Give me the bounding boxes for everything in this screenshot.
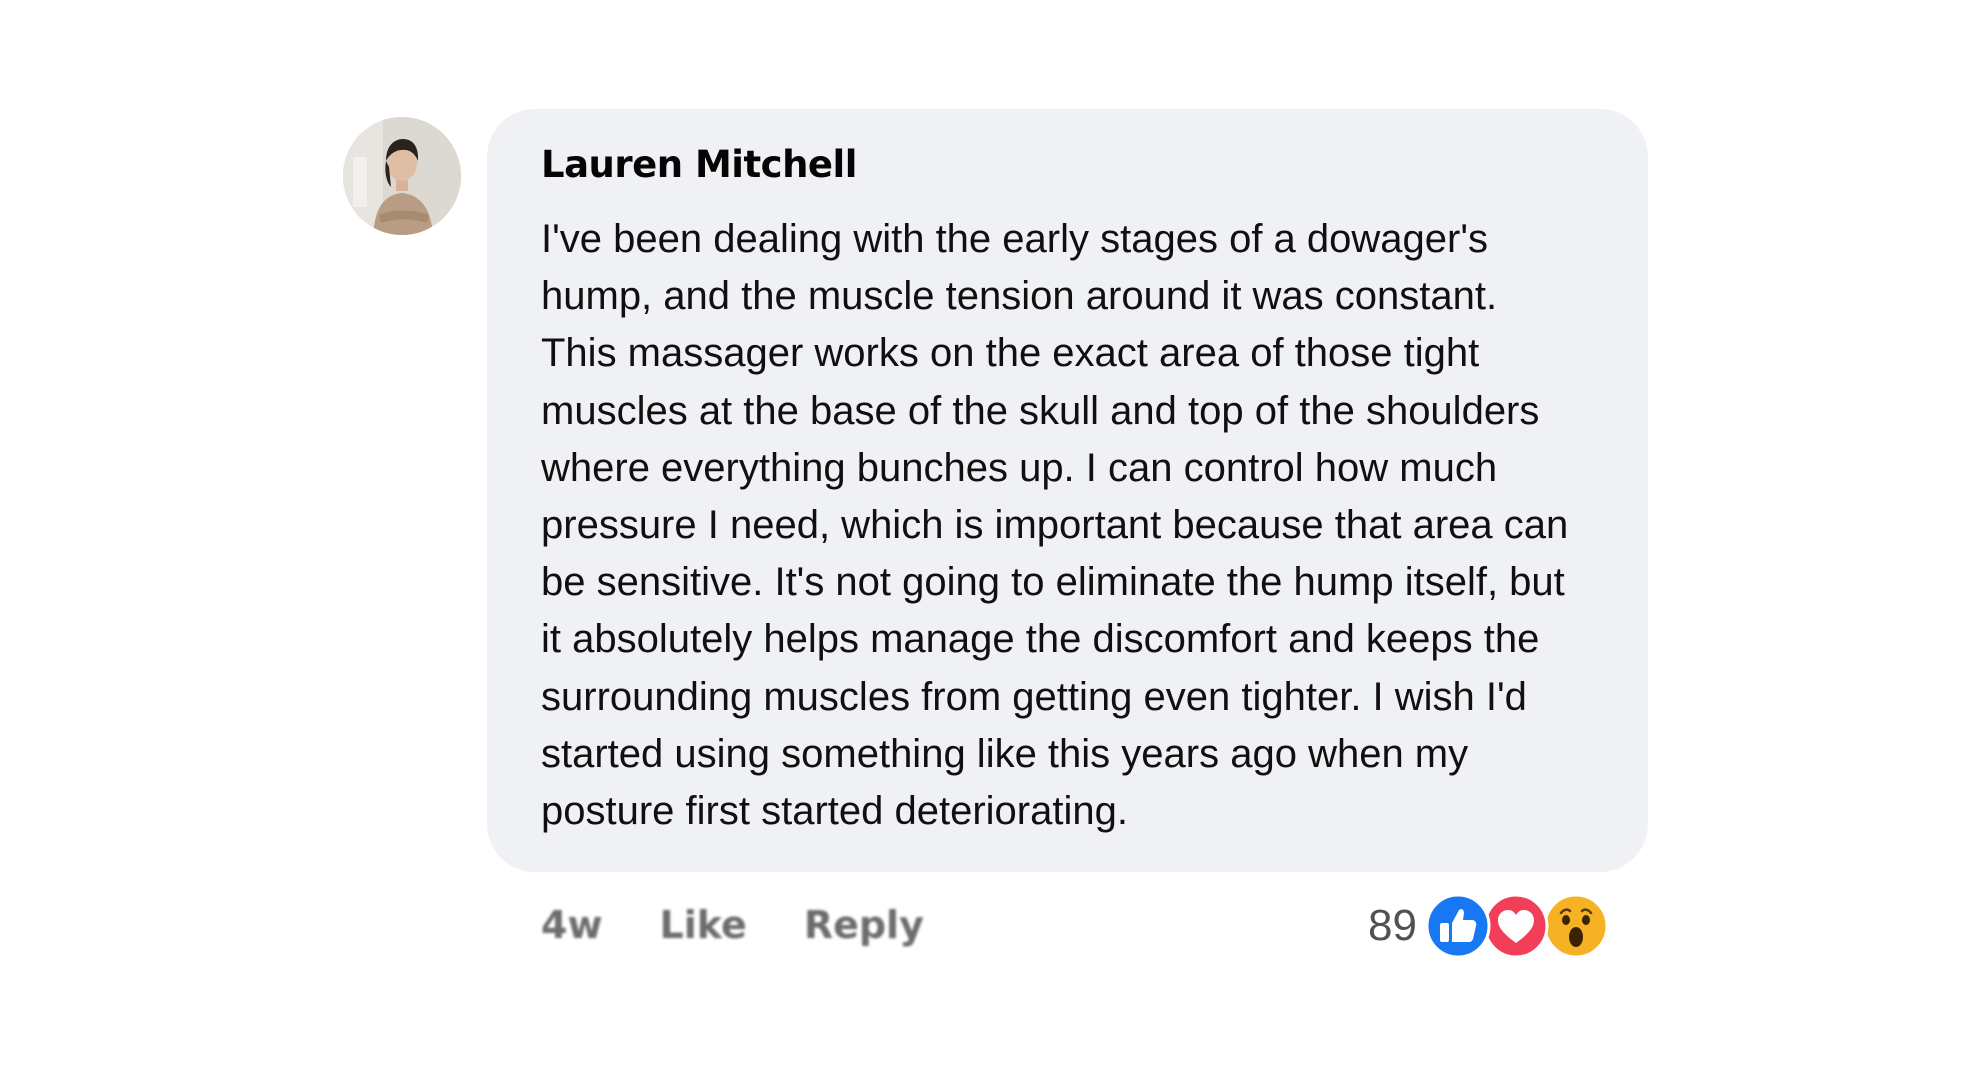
- comment: Lauren Mitchell I've been dealing with t…: [0, 0, 1980, 1080]
- love-icon: [1483, 893, 1549, 959]
- reaction-count: 89: [1368, 901, 1417, 950]
- comment-bubble: Lauren Mitchell I've been dealing with t…: [487, 109, 1648, 872]
- comment-actions: 4w Like Reply: [541, 895, 924, 955]
- like-icon: [1425, 893, 1491, 959]
- like-button[interactable]: Like: [660, 903, 747, 947]
- reaction-icons: [1425, 893, 1609, 959]
- comment-timestamp[interactable]: 4w: [541, 903, 603, 947]
- comment-text: I've been dealing with the early stages …: [541, 217, 1569, 834]
- reactions-summary[interactable]: 89: [1368, 893, 1609, 959]
- wow-icon: [1543, 893, 1609, 959]
- avatar[interactable]: [343, 117, 461, 235]
- comment-author[interactable]: Lauren Mitchell: [541, 137, 1608, 187]
- reply-button[interactable]: Reply: [804, 903, 924, 947]
- avatar-photo: [343, 117, 461, 235]
